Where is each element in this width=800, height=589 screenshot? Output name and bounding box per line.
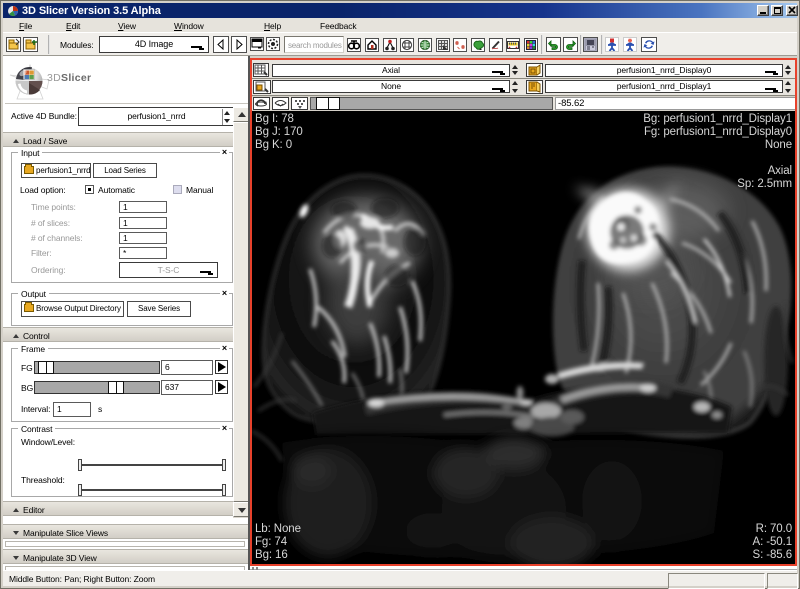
svg-text:A: -50.1: A: -50.1 [753,536,792,548]
svg-text:Bg K: 0: Bg K: 0 [255,139,292,151]
svg-text:Bg I: 78: Bg I: 78 [255,113,294,125]
svg-text:Bg: 16: Bg: 16 [255,549,288,561]
svg-text:Sp: 2.5mm: Sp: 2.5mm [737,178,792,190]
svg-text:None: None [765,139,792,151]
svg-text:Axial: Axial [768,165,792,177]
svg-text:Fg: 74: Fg: 74 [255,536,288,548]
svg-text:Lb: None: Lb: None [255,523,301,535]
svg-text:Bg: perfusion1_nrrd_Display1: Bg: perfusion1_nrrd_Display1 [643,113,792,125]
svg-text:Bg J: 170: Bg J: 170 [255,126,303,138]
svg-text:Fg: perfusion1_nrrd_Display0: Fg: perfusion1_nrrd_Display0 [644,126,792,138]
svg-text:S: -85.6: S: -85.6 [753,549,792,561]
svg-text:R: 70.0: R: 70.0 [756,523,792,535]
